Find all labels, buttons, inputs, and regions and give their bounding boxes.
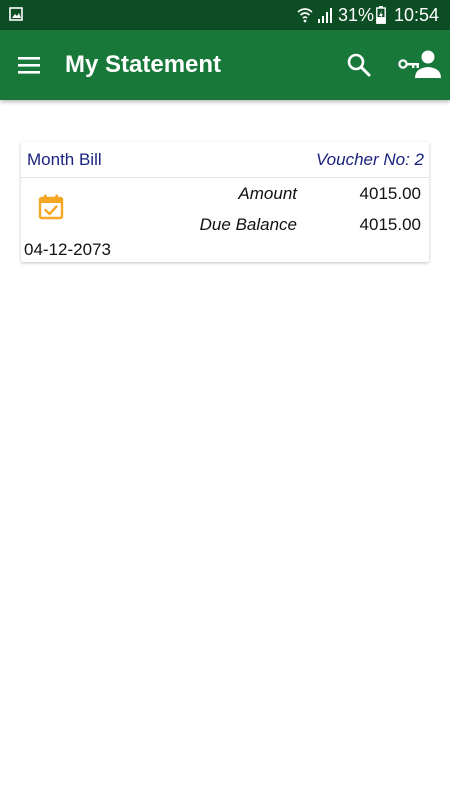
- wifi-icon: [297, 8, 313, 23]
- image-notification-icon: [9, 7, 23, 21]
- amount-value: 4015.00: [359, 184, 421, 203]
- menu-icon[interactable]: [14, 50, 44, 80]
- voucher-number: Voucher No: 2: [315, 150, 424, 169]
- battery-charging-icon: [376, 6, 386, 24]
- amount-label: Amount: [238, 184, 297, 203]
- statement-card[interactable]: Month Bill Voucher No: 2 Amount 4015.00 …: [21, 142, 429, 262]
- calendar-check-icon: [38, 194, 64, 220]
- app-bar: My Statement: [0, 30, 450, 100]
- search-icon[interactable]: [344, 50, 374, 80]
- due-balance-label: Due Balance: [199, 215, 297, 234]
- user-key-icon[interactable]: [397, 48, 443, 82]
- status-bar: 31% 10:54: [0, 0, 450, 30]
- statement-date: 04-12-2073: [24, 240, 111, 259]
- bill-type-label: Month Bill: [27, 150, 102, 169]
- battery-percent: 31%: [338, 5, 375, 25]
- card-header: Month Bill Voucher No: 2: [21, 142, 429, 178]
- page-title: My Statement: [65, 51, 222, 78]
- due-balance-value: 4015.00: [359, 215, 421, 234]
- clock: 10:54: [394, 5, 440, 25]
- signal-icon: [318, 8, 332, 23]
